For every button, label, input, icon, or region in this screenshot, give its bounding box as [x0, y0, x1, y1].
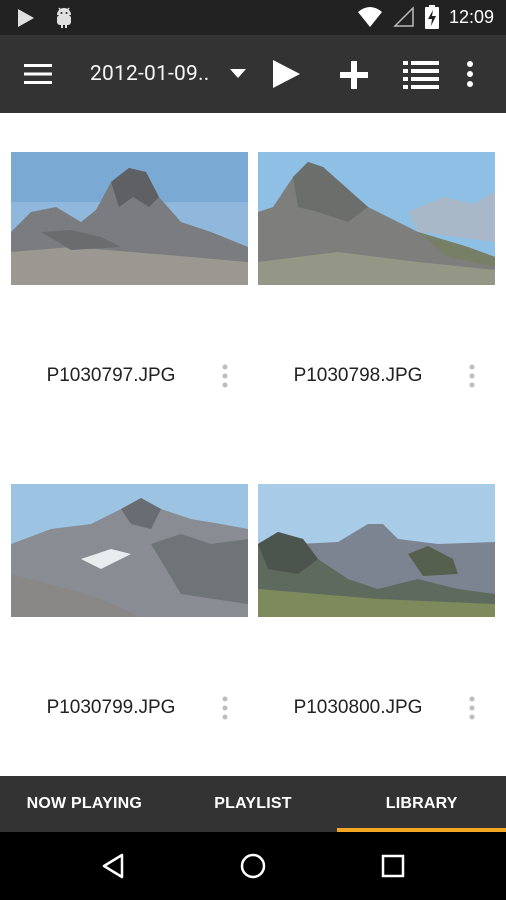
- wifi-icon: [357, 7, 382, 27]
- bottom-tab-bar: NOW PLAYING PLAYLIST LIBRARY: [0, 776, 506, 832]
- photo-card[interactable]: P1030797.JPG: [11, 152, 248, 388]
- photo-thumbnail[interactable]: [11, 152, 248, 285]
- hamburger-menu-icon[interactable]: [24, 61, 52, 87]
- status-time: 12:09: [448, 6, 494, 27]
- play-store-notification-icon: [18, 9, 34, 27]
- photo-filename: P1030797.JPG: [46, 365, 176, 386]
- app-bar: 2012-01-09..: [0, 35, 506, 113]
- item-menu-icon[interactable]: [468, 364, 476, 388]
- item-menu-icon[interactable]: [468, 696, 476, 720]
- home-icon[interactable]: [240, 853, 266, 879]
- photo-thumbnail[interactable]: [258, 152, 495, 285]
- back-icon[interactable]: [100, 853, 126, 879]
- dropdown-caret-icon[interactable]: [230, 69, 246, 79]
- add-icon[interactable]: [340, 61, 368, 89]
- folder-title[interactable]: 2012-01-09..: [90, 62, 210, 86]
- status-bar: 12:09: [0, 0, 506, 35]
- recent-apps-icon[interactable]: [381, 854, 405, 878]
- photo-card[interactable]: P1030798.JPG: [258, 152, 495, 388]
- tab-playlist[interactable]: PLAYLIST: [169, 776, 338, 832]
- cell-signal-icon: [393, 6, 414, 27]
- photo-thumbnail[interactable]: [258, 484, 495, 617]
- android-notification-icon: [57, 7, 71, 28]
- item-menu-icon[interactable]: [221, 364, 229, 388]
- overflow-menu-icon[interactable]: [466, 61, 474, 87]
- item-menu-icon[interactable]: [221, 696, 229, 720]
- photo-filename: P1030800.JPG: [293, 697, 423, 718]
- tab-library[interactable]: LIBRARY: [337, 776, 506, 832]
- photo-thumbnail[interactable]: [11, 484, 248, 617]
- tab-now-playing[interactable]: NOW PLAYING: [0, 776, 169, 832]
- photo-card[interactable]: P1030799.JPG: [11, 484, 248, 720]
- system-navigation-bar: [0, 832, 506, 900]
- battery-charging-icon: [424, 5, 439, 29]
- photo-filename: P1030798.JPG: [293, 365, 423, 386]
- photo-filename: P1030799.JPG: [46, 697, 176, 718]
- photo-grid: P1030797.JPG P1030798.JPG P1030799.JPG P…: [0, 113, 506, 776]
- list-view-icon[interactable]: [403, 61, 439, 89]
- photo-card[interactable]: P1030800.JPG: [258, 484, 495, 720]
- play-icon[interactable]: [270, 58, 302, 90]
